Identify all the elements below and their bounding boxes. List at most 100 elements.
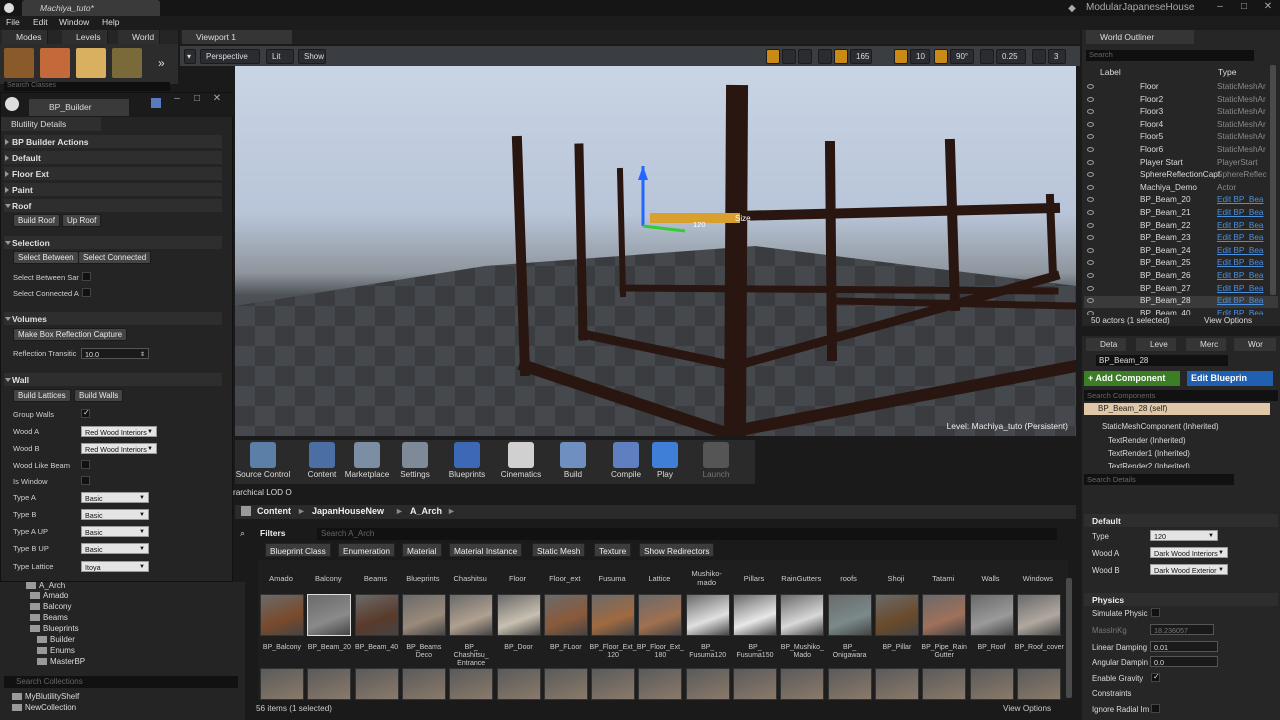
outliner-row[interactable]: Floor3 StaticMeshAr <box>1084 107 1278 119</box>
menu-help[interactable]: Help <box>102 17 119 27</box>
visibility-eye-icon[interactable] <box>1087 147 1094 152</box>
asset-thumbnail[interactable] <box>543 594 588 636</box>
minimize-icon[interactable]: – <box>169 93 185 105</box>
type-a-combo[interactable]: Basic ▼ <box>81 492 149 503</box>
breadcrumb-a-arch[interactable]: A_Arch <box>410 506 442 516</box>
asset-thumbnail[interactable] <box>827 594 872 636</box>
maximize-icon[interactable]: □ <box>1236 1 1252 13</box>
asset-thumbnail[interactable] <box>307 668 352 700</box>
rotation-snap-value[interactable]: 10 <box>910 49 930 64</box>
search-icon[interactable]: ⌕ <box>240 528 245 539</box>
select-between-button[interactable]: Select Between <box>13 251 79 264</box>
filter-chip[interactable]: Enumeration <box>338 543 396 557</box>
filter-chip[interactable]: Show Redirectors <box>639 543 715 557</box>
section-physics[interactable]: Physics <box>1084 593 1278 606</box>
filter-chip[interactable]: Texture <box>594 543 632 557</box>
filters-button[interactable]: Filters <box>260 528 310 540</box>
linear-damping-input[interactable]: 0.01 <box>1150 641 1218 652</box>
actor-type[interactable]: Edit BP_Bea <box>1217 271 1263 280</box>
visibility-eye-icon[interactable] <box>1087 159 1094 165</box>
outliner-row[interactable]: Floor StaticMeshAr <box>1084 82 1278 94</box>
select-between-checkbox[interactable] <box>82 272 91 281</box>
outliner-row[interactable]: Floor6 StaticMeshAr <box>1084 145 1278 157</box>
outliner-row[interactable]: BP_Beam_22 Edit BP_Bea <box>1084 221 1278 233</box>
actor-type[interactable]: Edit BP_Bea <box>1217 233 1263 242</box>
component-item[interactable]: TextRender (Inherited) <box>1108 436 1186 445</box>
tree-item-balcony[interactable]: Balcony <box>30 602 71 611</box>
actor-type[interactable]: Edit BP_Bea <box>1217 246 1263 255</box>
visibility-eye-icon[interactable] <box>1087 273 1094 278</box>
launch-button[interactable]: Launch <box>701 442 731 482</box>
visibility-eye-icon[interactable] <box>1087 134 1094 140</box>
menu-file[interactable]: File <box>6 17 20 27</box>
settings-button[interactable]: Settings <box>395 442 435 482</box>
outliner-row[interactable]: Floor4 StaticMeshAr <box>1084 120 1278 132</box>
asset-thumbnail[interactable] <box>1016 594 1061 636</box>
tab-blutility-details[interactable]: Blutility Details <box>1 117 101 131</box>
breadcrumb-content[interactable]: Content <box>257 506 291 516</box>
category-label[interactable]: roofs <box>826 574 872 583</box>
type-b-up-combo[interactable]: Basic ▼ <box>81 543 149 554</box>
section-volumes[interactable]: Volumes <box>4 312 222 325</box>
minimize-icon[interactable]: – <box>1212 1 1228 13</box>
category-label[interactable]: Amado <box>258 574 304 583</box>
outliner-view-options[interactable]: View Options <box>1204 316 1252 325</box>
asset-thumbnail[interactable] <box>638 668 683 700</box>
category-label[interactable]: Blueprints <box>400 574 446 583</box>
category-label[interactable]: Floor <box>495 574 541 583</box>
asset-thumbnail[interactable] <box>969 594 1014 636</box>
category-label[interactable]: Windows <box>1015 574 1061 583</box>
outliner-row[interactable]: Floor2 StaticMeshAr <box>1084 95 1278 107</box>
breadcrumb-japanhousenew[interactable]: JapanHouseNew <box>312 506 384 516</box>
perspective-button[interactable]: Perspective <box>200 49 260 64</box>
category-label[interactable]: Floor_ext <box>542 574 588 583</box>
outliner-scrollbar[interactable] <box>1270 65 1276 295</box>
visibility-eye-icon[interactable] <box>1087 84 1094 89</box>
search-collections-input[interactable]: Search Collections <box>4 676 238 688</box>
outliner-row[interactable]: BP_Beam_21 Edit BP_Bea <box>1084 208 1278 220</box>
show-button[interactable]: Show <box>298 49 326 64</box>
scale-icon[interactable] <box>798 49 812 64</box>
gizmo-z-arrow[interactable] <box>638 166 648 180</box>
actor-type[interactable]: Edit BP_Bea <box>1217 284 1263 293</box>
asset-thumbnail[interactable] <box>354 668 399 700</box>
wood-b-combo[interactable]: Red Wood Interiors ▼ <box>81 443 157 454</box>
asset-thumbnail[interactable] <box>354 594 399 636</box>
filter-chip[interactable]: Material Instance <box>449 543 523 557</box>
build-roof-button[interactable]: Build Roof <box>13 214 60 227</box>
asset-thumbnail[interactable] <box>780 668 825 700</box>
document-tab[interactable]: Machiya_tuto* <box>22 0 160 16</box>
reflection-input[interactable]: 10.0 ⇕ <box>81 348 149 359</box>
tab-merge[interactable]: Merc <box>1186 338 1226 351</box>
type-b-combo[interactable]: Basic ▼ <box>81 509 149 520</box>
visibility-eye-icon[interactable] <box>1087 247 1094 253</box>
foliage-mode-icon[interactable] <box>112 48 142 78</box>
wood-like-beam-checkbox[interactable] <box>81 460 90 469</box>
section-selection[interactable]: Selection <box>4 236 222 249</box>
section-default[interactable]: Default <box>1084 514 1278 527</box>
tree-item-amado[interactable]: Amado <box>30 591 68 600</box>
tab-viewport[interactable]: Viewport 1 <box>182 30 292 44</box>
visibility-eye-icon[interactable] <box>1087 121 1094 127</box>
actor-type[interactable]: Edit BP_Bea <box>1217 221 1263 230</box>
blueprints-button[interactable]: Blueprints <box>445 442 489 482</box>
build-walls-button[interactable]: Build Walls <box>74 389 124 402</box>
tree-item-beams[interactable]: Beams <box>30 613 68 622</box>
outliner-search-input[interactable]: Search <box>1086 50 1254 61</box>
component-item[interactable]: StaticMeshComponent (Inherited) <box>1102 422 1219 431</box>
viewport-3d[interactable]: 120 Size Level: Machiya_tuto (Persistent… <box>235 66 1076 436</box>
type-combo[interactable]: 120 ▼ <box>1150 530 1218 541</box>
tab-levels[interactable]: Levels <box>62 30 108 44</box>
tab-world-outliner[interactable]: World Outliner <box>1086 30 1194 44</box>
landscape-mode-icon[interactable] <box>76 48 106 78</box>
cinematics-button[interactable]: Cinematics <box>497 442 545 482</box>
asset-thumbnail[interactable] <box>591 668 636 700</box>
outliner-row[interactable]: BP_Beam_28 Edit BP_Bea <box>1084 296 1278 309</box>
world-local-icon[interactable] <box>818 49 832 64</box>
category-label[interactable]: RainGutters <box>778 574 824 583</box>
asset-thumbnail[interactable] <box>307 594 352 636</box>
filter-chip[interactable]: Material <box>402 543 442 557</box>
tree-item-masterbp[interactable]: MasterBP <box>37 657 85 666</box>
actor-type[interactable]: Edit BP_Bea <box>1217 195 1263 204</box>
tab-levels[interactable]: Leve <box>1136 338 1176 351</box>
